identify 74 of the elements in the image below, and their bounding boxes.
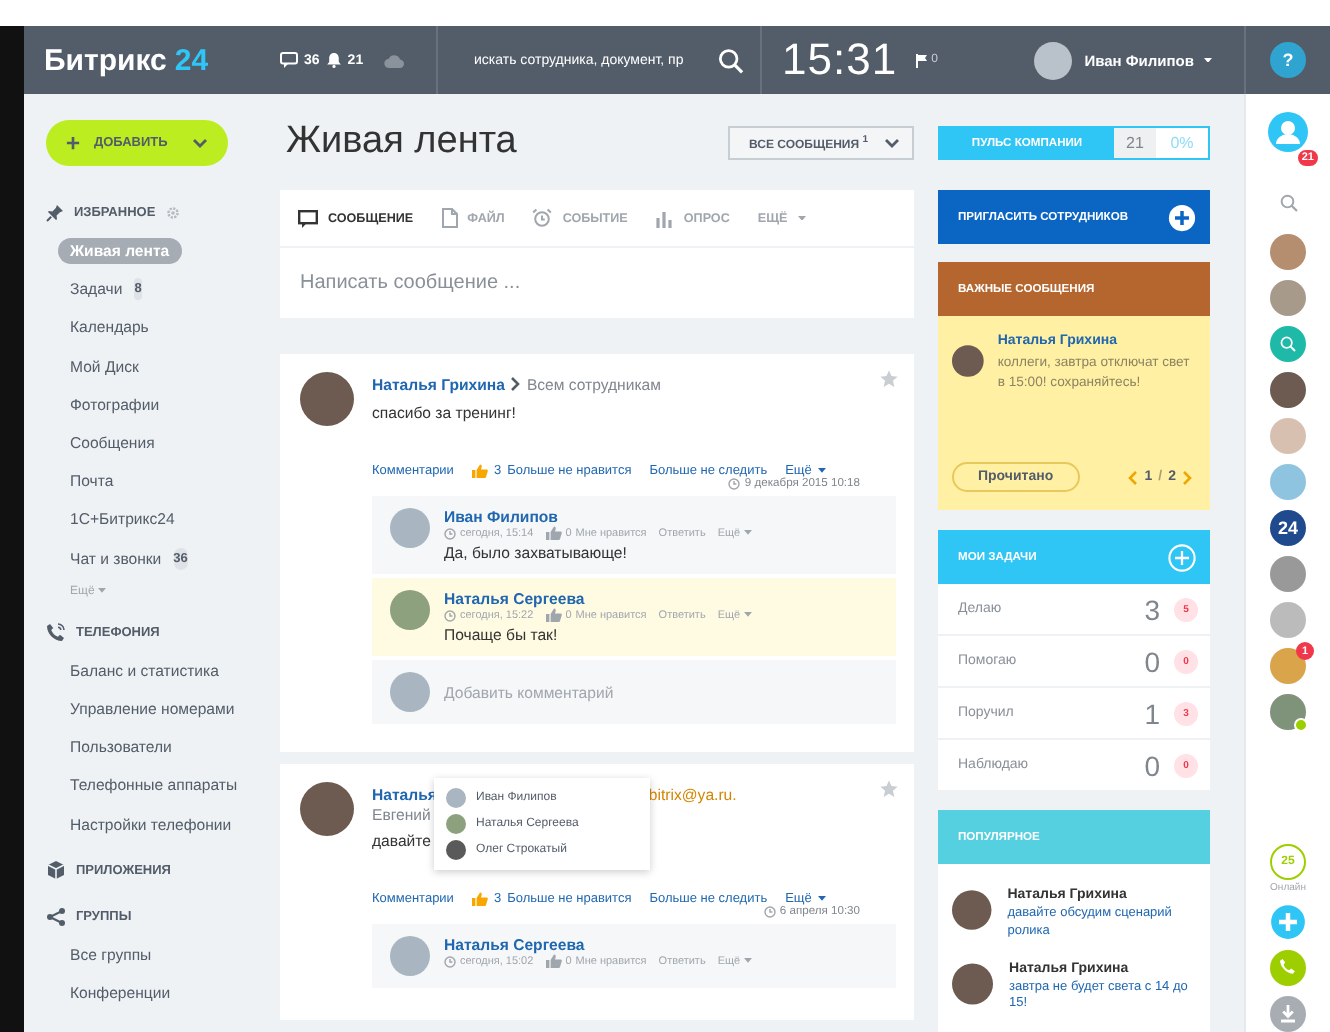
task-count: 3 <box>1144 593 1160 625</box>
chevron-icon <box>510 376 521 392</box>
clock-icon <box>444 527 456 539</box>
chevron-icon <box>884 137 900 147</box>
caret-icon <box>744 612 753 618</box>
task-count: 0 <box>1144 645 1160 677</box>
task-count: 0 <box>1144 749 1160 781</box>
contact-avatar[interactable] <box>1270 556 1306 592</box>
previous-icon[interactable] <box>1128 469 1139 485</box>
plus-icon <box>1168 203 1196 231</box>
contact-avatar[interactable] <box>1270 372 1306 408</box>
clock-icon <box>728 478 741 490</box>
bell-icon[interactable] <box>325 52 342 68</box>
bar-chart-icon <box>655 209 674 227</box>
plus-icon <box>66 136 80 150</box>
search-icon <box>1280 336 1296 352</box>
cube-icon <box>46 860 66 881</box>
cloud-icon[interactable] <box>383 53 404 67</box>
caret-icon <box>744 958 753 964</box>
caret-icon <box>744 530 753 536</box>
pulse-percent: 0% <box>1168 132 1196 156</box>
thumbs-up-icon[interactable] <box>545 526 562 540</box>
task-count: 1 <box>1144 697 1160 729</box>
search-icon[interactable] <box>718 47 744 73</box>
clock-icon <box>444 955 456 967</box>
download-button[interactable] <box>1270 996 1306 1032</box>
person-icon[interactable] <box>1268 112 1308 152</box>
contact-avatar[interactable] <box>1270 280 1306 316</box>
commenter-avatar[interactable] <box>390 590 430 630</box>
commenter-avatar[interactable] <box>390 508 430 548</box>
caret-icon <box>98 588 107 594</box>
author-avatar[interactable] <box>952 888 992 932</box>
next-icon[interactable] <box>1182 469 1192 485</box>
clock-icon <box>444 609 456 621</box>
thumbs-up-icon[interactable] <box>471 892 488 906</box>
contact-logo[interactable]: 24 <box>1270 510 1306 546</box>
pin-icon <box>46 204 64 222</box>
star-icon[interactable] <box>880 370 898 388</box>
caret-icon <box>1204 57 1212 63</box>
logo-number: 24 <box>174 43 209 77</box>
commenter-avatar[interactable] <box>390 936 430 976</box>
contact-avatar[interactable] <box>1270 694 1306 730</box>
logo-text: Битрикс <box>44 43 167 77</box>
alarm-clock-icon <box>532 208 553 228</box>
clock-time: 15:31 <box>782 34 898 86</box>
contact-avatar[interactable] <box>1270 648 1306 684</box>
plus-button[interactable] <box>1270 904 1306 940</box>
author-avatar[interactable] <box>300 782 354 836</box>
settings-icon[interactable] <box>165 206 180 220</box>
author-avatar[interactable] <box>952 961 994 1006</box>
app-icon[interactable] <box>1270 326 1306 362</box>
plus-icon[interactable] <box>1168 543 1196 571</box>
phone-button[interactable] <box>1270 950 1306 986</box>
message-icon <box>298 209 318 227</box>
clock-icon <box>763 906 776 918</box>
thumbs-up-icon[interactable] <box>471 464 488 478</box>
thumbs-up-icon[interactable] <box>545 954 562 968</box>
caret-icon <box>817 468 826 474</box>
flag-icon[interactable] <box>915 53 928 67</box>
star-icon[interactable] <box>880 780 898 798</box>
thumbs-up-icon[interactable] <box>545 608 562 622</box>
user-avatar <box>390 672 430 712</box>
pulse-value: 21 <box>1114 128 1156 158</box>
user-avatar[interactable] <box>1034 41 1073 79</box>
chat-icon[interactable] <box>280 52 298 68</box>
file-icon <box>441 208 458 228</box>
phone-icon <box>46 622 66 643</box>
chevron-icon <box>192 138 208 148</box>
share-icon <box>46 907 66 926</box>
caret-icon <box>817 896 826 902</box>
page-title: Живая лента <box>286 120 517 164</box>
caret-icon <box>797 215 806 221</box>
contact-avatar[interactable] <box>1270 234 1306 270</box>
author-avatar[interactable] <box>300 372 354 426</box>
